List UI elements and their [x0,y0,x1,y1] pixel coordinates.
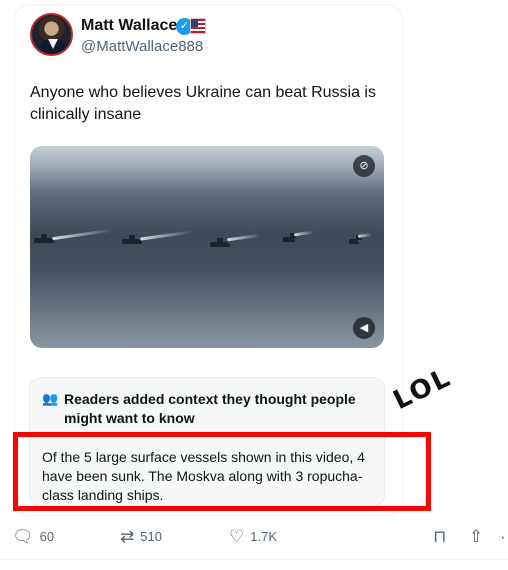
ship [34,234,54,243]
like-button[interactable]: ♡ 1.7K [229,528,277,545]
more-icon: · [500,527,506,546]
reply-icon: 🗨︎ [12,527,34,546]
retweet-count: 510 [140,529,162,544]
red-highlight-box [13,432,431,511]
like-count: 1.7K [250,529,277,544]
reply-count: 60 [39,529,55,544]
ship-wake [293,230,315,237]
author-handle[interactable]: @MattWallace888 [81,38,203,55]
retweet-icon: ⇄ [120,527,135,546]
ship-wake [357,233,373,238]
media-badge-icon[interactable]: ⊘ [353,155,375,177]
retweet-button[interactable]: ⇄ 510 [120,528,162,545]
ship [349,235,362,244]
avatar[interactable] [30,13,73,56]
tweet-text: Anyone who believes Ukraine can beat Rus… [30,84,376,123]
community-note-heading: Readers added context they thought peopl… [64,391,356,426]
ship-wake [226,233,262,242]
author-name[interactable]: Matt Wallace [81,17,177,35]
share-icon: ⇧ [469,527,484,546]
divider [0,559,508,560]
bookmark-button[interactable]: ⊓ [433,528,452,545]
ship [283,233,296,242]
flag-canton [191,19,198,27]
heart-icon: ♡ [229,527,245,546]
bookmark-icon: ⊓ [433,527,447,546]
tweet-actions: 🗨︎ 60 ⇄ 510 ♡ 1.7K ⊓ ⇧ · [0,524,508,552]
ship-wake [52,228,112,241]
us-flag-icon [190,18,206,34]
reply-button[interactable]: 🗨︎ 60 [12,528,54,545]
tweet-video[interactable]: ⊘ ◀︎ [30,146,384,348]
ship-wake [140,230,192,241]
mute-icon[interactable]: ◀︎ [353,317,375,339]
ship [122,235,142,244]
ship [210,238,230,247]
more-button[interactable]: · [500,528,508,545]
people-icon: 👥 [42,391,59,406]
share-button[interactable]: ⇧ [469,528,489,545]
